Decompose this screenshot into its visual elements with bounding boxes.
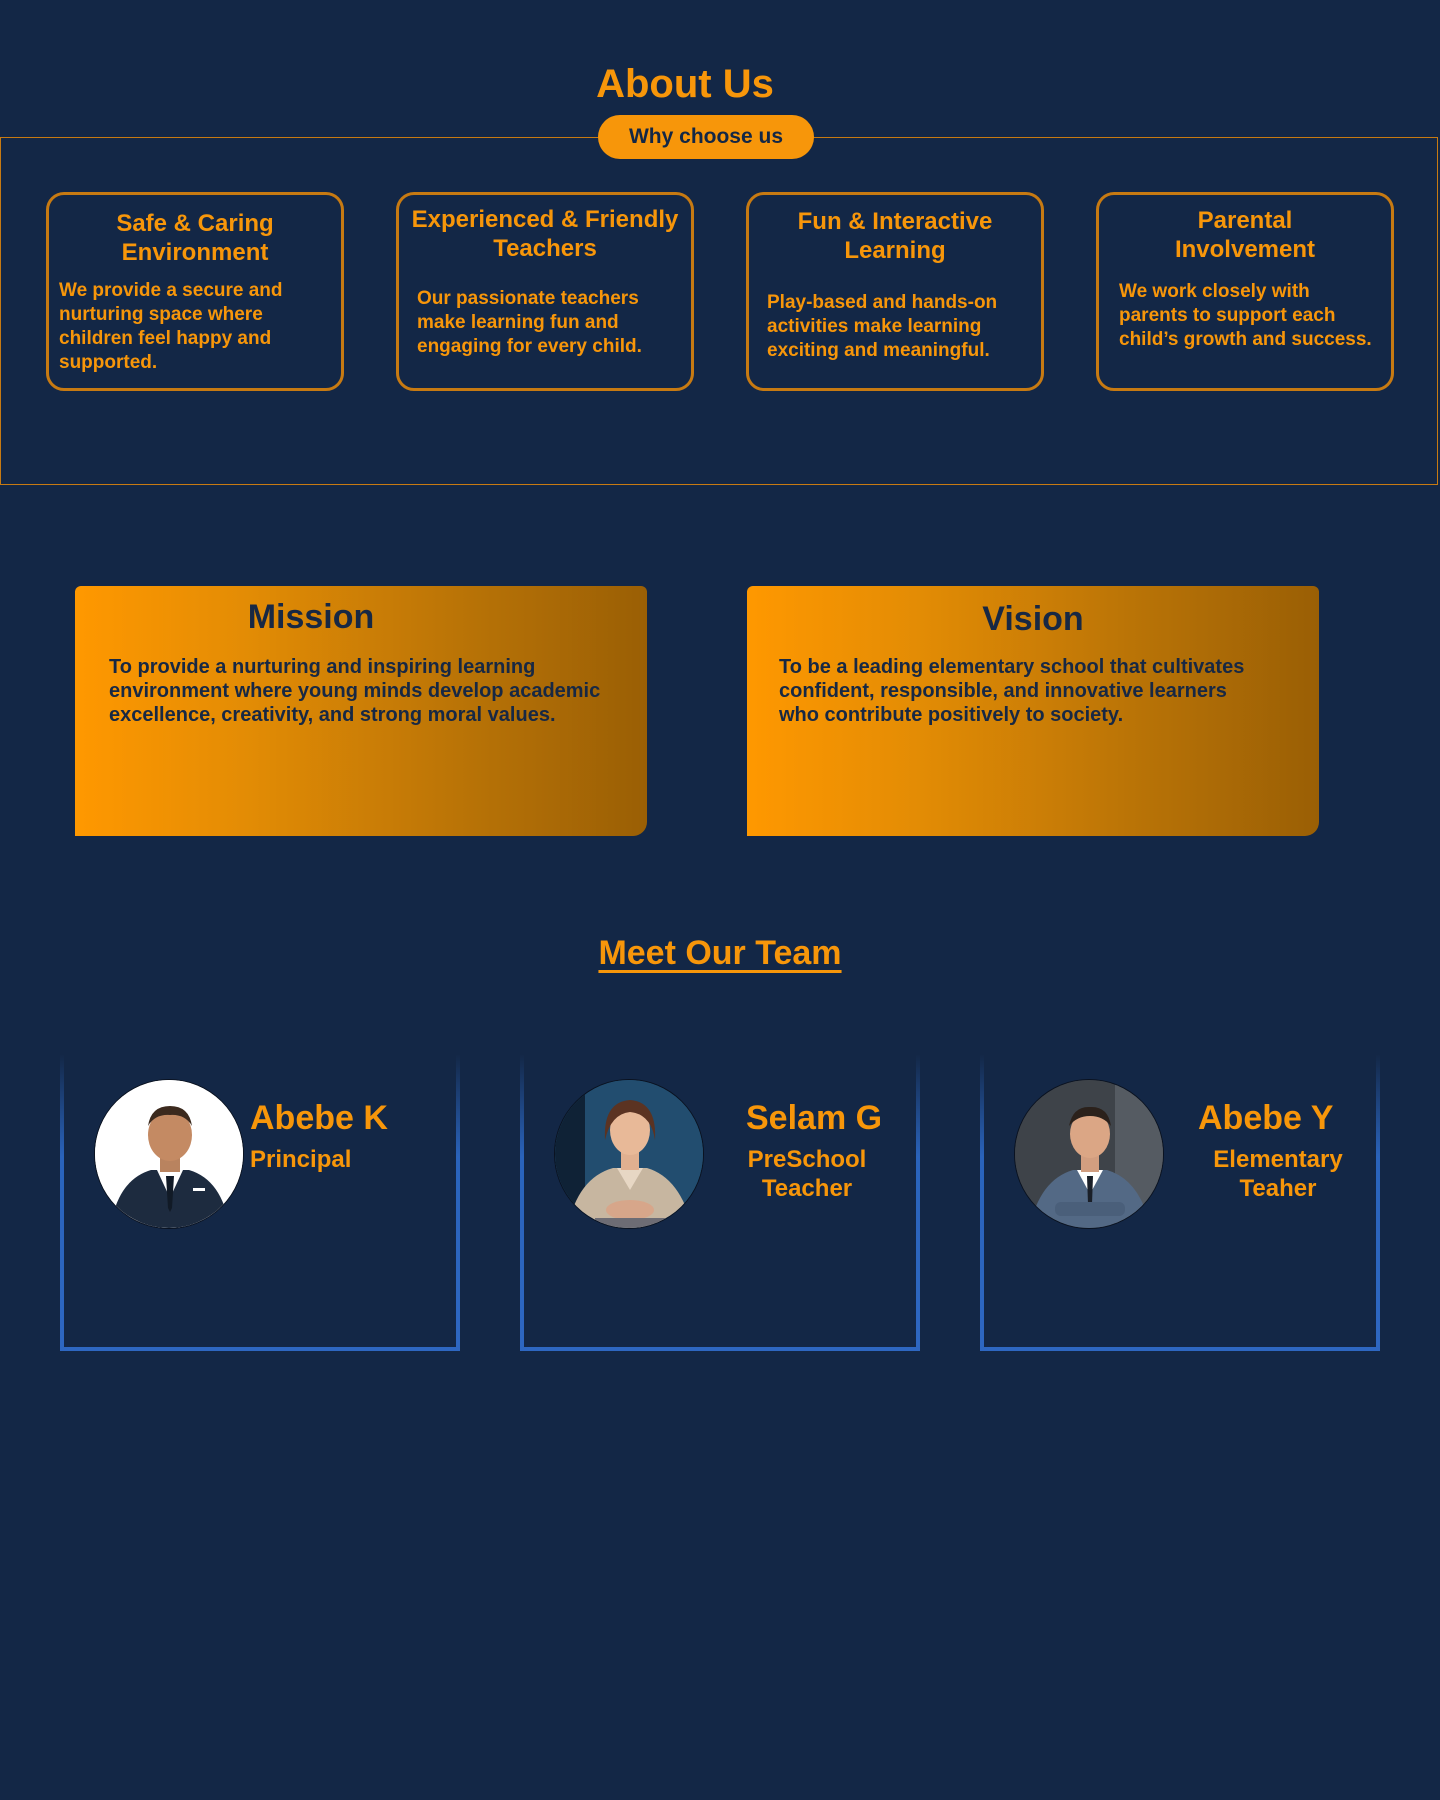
team-member-role: Elementary Teaher (1213, 1146, 1343, 1202)
avatar (94, 1079, 244, 1229)
avatar (1014, 1079, 1164, 1229)
feature-card-learning: Fun & Interactive Learning Play-based an… (746, 192, 1044, 391)
feature-card-parental: Parental Involvement We work closely wit… (1096, 192, 1394, 391)
team-member-card: Abebe K Principal (60, 1055, 460, 1351)
team-member-card: Selam G PreSchool Teacher (520, 1055, 920, 1351)
vision-text: To be a leading elementary school that c… (779, 656, 1245, 726)
team-title-text: Meet Our Team (598, 934, 842, 972)
person-portrait-icon (1015, 1080, 1163, 1228)
person-portrait-icon (95, 1080, 243, 1228)
feature-title: Fun & Interactive Learning (797, 208, 993, 264)
team-member-card: Abebe Y Elementary Teaher (980, 1055, 1380, 1351)
vision-card: Vision To be a leading elementary school… (747, 586, 1319, 836)
vision-title: Vision (982, 600, 1084, 638)
team-member-name: Abebe Y (1198, 1099, 1334, 1137)
team-title: Meet Our Team (0, 934, 1440, 973)
feature-body: We provide a secure and nurturing space … (59, 280, 283, 373)
mission-card: Mission To provide a nurturing and inspi… (75, 586, 647, 836)
team-member-role: PreSchool Teacher (747, 1146, 867, 1202)
avatar (554, 1079, 704, 1229)
feature-body: Our passionate teachers make learning fu… (417, 288, 642, 357)
feature-body: We work closely with parents to support … (1119, 281, 1372, 350)
about-title: About Us (596, 62, 774, 106)
why-choose-us-badge[interactable]: Why choose us (598, 115, 814, 159)
feature-card-teachers: Experienced & Friendly Teachers Our pass… (396, 192, 694, 391)
team-member-name: Abebe K (250, 1099, 388, 1137)
feature-title: Parental Involvement (1174, 207, 1316, 263)
feature-title: Experienced & Friendly Teachers (411, 206, 679, 262)
team-member-role: Principal (250, 1146, 352, 1173)
person-portrait-icon (555, 1080, 703, 1228)
feature-title: Safe & Caring Environment (116, 210, 274, 266)
feature-card-safe: Safe & Caring Environment We provide a s… (46, 192, 344, 391)
mission-text: To provide a nurturing and inspiring lea… (109, 656, 601, 726)
team-member-name: Selam G (746, 1099, 883, 1137)
feature-body: Play-based and hands-on activities make … (767, 292, 998, 361)
mission-title: Mission (247, 598, 375, 636)
